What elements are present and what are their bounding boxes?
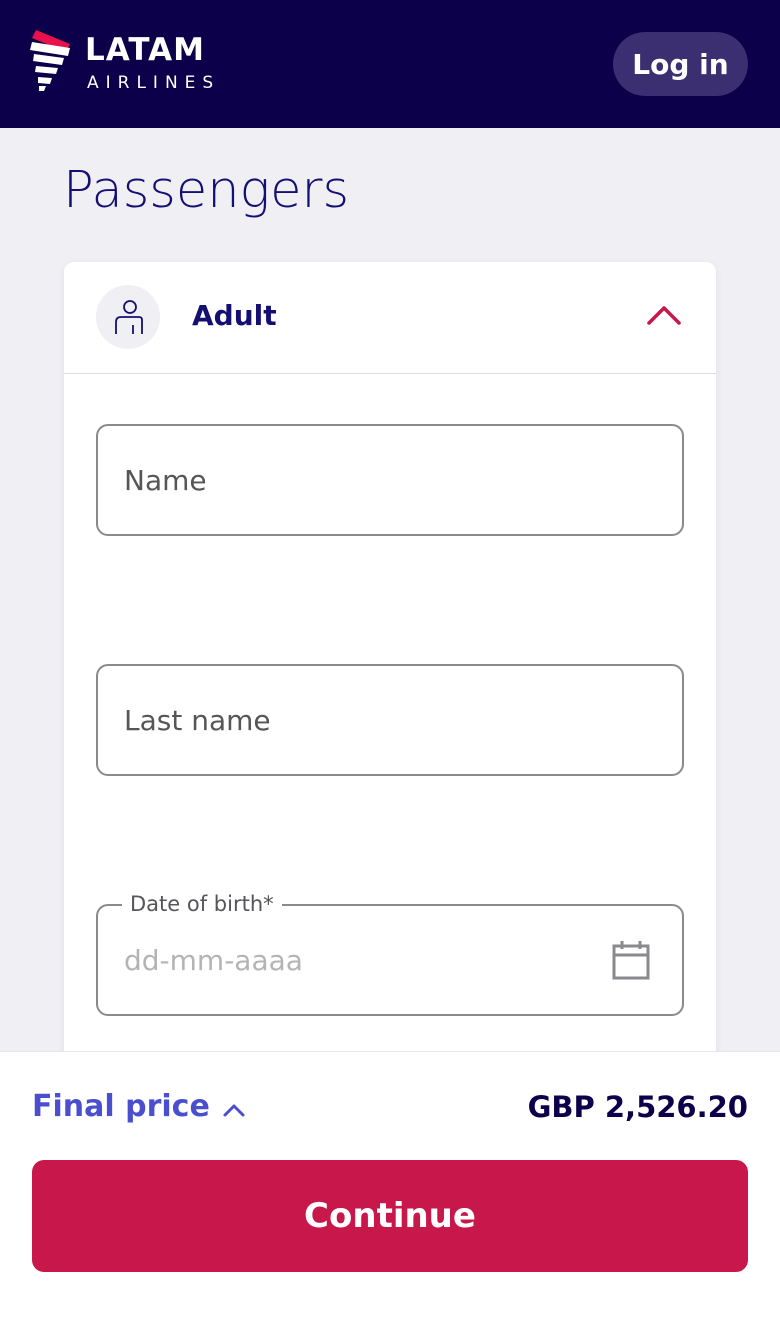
calendar-icon[interactable]: [612, 940, 650, 980]
person-icon: [115, 300, 143, 334]
date-of-birth-input[interactable]: [124, 906, 654, 1014]
app-header: LATAM AIRLINES Log in: [0, 0, 780, 128]
passenger-type-label: Adult: [192, 299, 277, 332]
date-of-birth-field[interactable]: Date of birth*: [96, 890, 684, 1016]
price-footer: Final price GBP 2,526.20 Continue: [0, 1051, 780, 1326]
avatar: [96, 285, 160, 349]
final-price-toggle[interactable]: Final price: [32, 1087, 246, 1127]
name-input[interactable]: [124, 426, 654, 534]
passenger-card: Adult Date of birth*: [64, 262, 716, 1082]
login-button[interactable]: Log in: [613, 32, 748, 96]
passenger-card-header[interactable]: Adult: [64, 262, 716, 374]
chevron-up-icon[interactable]: [646, 304, 682, 326]
total-price: GBP 2,526.20: [527, 1090, 748, 1124]
final-price-label: Final price: [32, 1089, 210, 1124]
chevron-up-icon: [223, 1104, 245, 1117]
brand-name: LATAM: [85, 32, 205, 68]
last-name-input[interactable]: [124, 666, 654, 774]
brand-subtitle: AIRLINES: [87, 73, 221, 93]
continue-button[interactable]: Continue: [32, 1160, 748, 1272]
last-name-field[interactable]: [96, 664, 684, 776]
page-title: Passengers: [63, 161, 350, 220]
latam-logo[interactable]: LATAM AIRLINES: [30, 28, 260, 98]
name-field[interactable]: [96, 424, 684, 536]
latam-logo-icon: [30, 30, 70, 91]
